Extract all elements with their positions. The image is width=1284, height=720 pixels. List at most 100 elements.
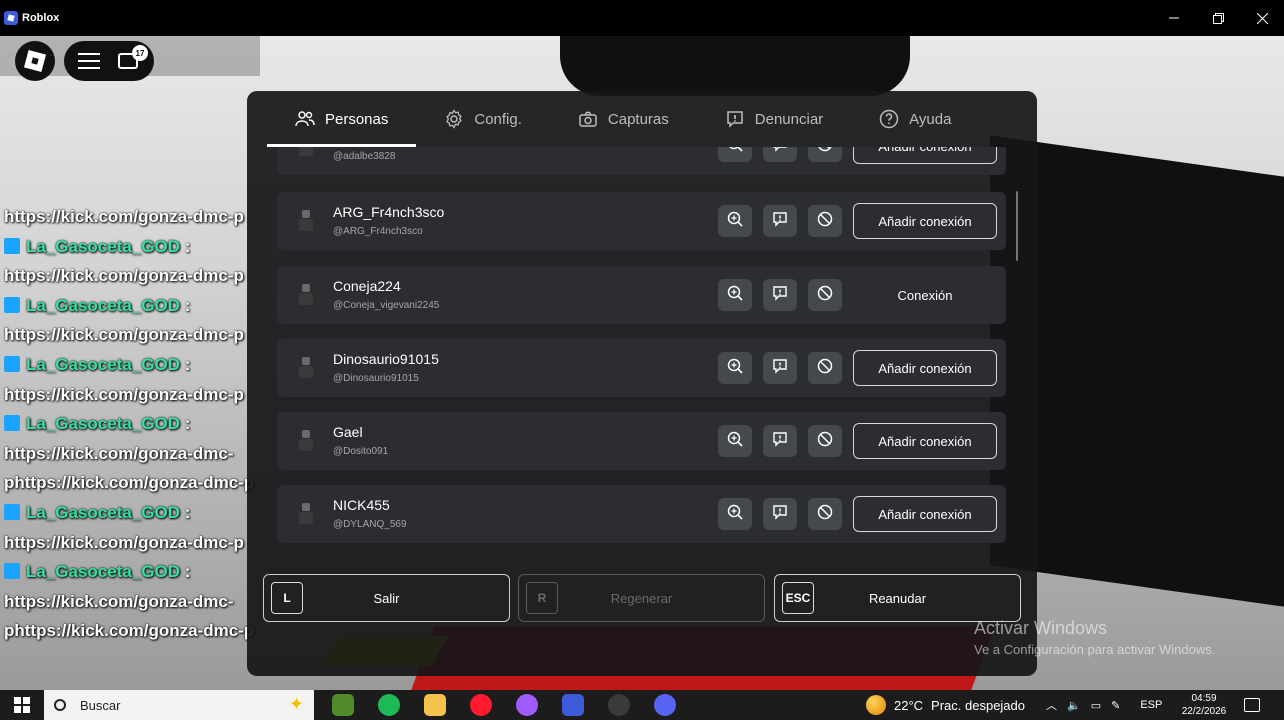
roblox-icon: [562, 694, 584, 716]
player-row[interactable]: @adalbe3828 Añadir conexión: [277, 147, 1006, 175]
tab-help[interactable]: Ayuda: [851, 91, 979, 147]
connection-button[interactable]: Añadir conexión: [853, 423, 997, 459]
inspect-button[interactable]: [718, 498, 752, 530]
chat-author-name[interactable]: La_Gasoceta_GOD: [26, 296, 180, 315]
report-player-button[interactable]: [763, 425, 797, 457]
resume-button[interactable]: ESC Reanudar: [774, 574, 1021, 622]
file-explorer-taskbar-button[interactable]: [412, 690, 458, 720]
inspect-icon: [726, 210, 744, 233]
report-player-button[interactable]: [763, 205, 797, 237]
player-row[interactable]: Coneja224 @Coneja_vigevani2245 Conexión: [277, 266, 1006, 324]
block-button[interactable]: [808, 205, 842, 237]
connection-button[interactable]: Añadir conexión: [853, 147, 997, 164]
weather-widget[interactable]: 22°C Prac. despejado: [866, 690, 1025, 720]
minimize-button[interactable]: [1152, 0, 1196, 36]
chat-author: La_Gasoceta_GOD :: [4, 291, 274, 321]
player-row[interactable]: Gael @Dosito091 Añadir conexión: [277, 412, 1006, 470]
chat-author-name[interactable]: La_Gasoceta_GOD: [26, 414, 180, 433]
roblox-taskbar-button[interactable]: [550, 690, 596, 720]
block-button[interactable]: [808, 425, 842, 457]
report-icon: [771, 430, 789, 453]
chat-log: https://kick.com/gonza-dmc-p La_Gasoceta_…: [4, 202, 274, 646]
opera-icon: [470, 694, 492, 716]
report-player-button[interactable]: [763, 498, 797, 530]
kick-icon: [4, 296, 20, 313]
inspect-button[interactable]: [718, 147, 752, 162]
chat-author-name[interactable]: La_Gasoceta_GOD: [26, 237, 180, 256]
connection-button[interactable]: Añadir conexión: [853, 350, 997, 386]
chat-message: phttps://kick.com/gonza-dmc-p: [4, 621, 255, 641]
taskbar-search[interactable]: Buscar ✦: [44, 690, 314, 720]
opera-taskbar-button[interactable]: [458, 690, 504, 720]
language-indicator[interactable]: ESP: [1140, 699, 1162, 711]
kick-icon: [4, 415, 20, 432]
tab-label: Capturas: [607, 110, 669, 128]
block-button[interactable]: [808, 498, 842, 530]
chat-author-colon: :: [180, 502, 191, 522]
block-icon: [816, 210, 834, 233]
connection-button[interactable]: Conexión: [853, 277, 997, 313]
tab-report[interactable]: Denunciar: [697, 91, 851, 147]
report-icon: [771, 284, 789, 307]
discord-taskbar-button[interactable]: [642, 690, 688, 720]
tab-people[interactable]: Personas: [267, 91, 417, 147]
chat-message: https://kick.com/gonza-dmc-p: [4, 384, 244, 404]
spotify-icon: [378, 694, 400, 716]
block-button[interactable]: [808, 279, 842, 311]
chat-author: La_Gasoceta_GOD :: [4, 409, 274, 439]
block-icon: [816, 147, 834, 158]
report-player-button[interactable]: [763, 352, 797, 384]
button-label: Regenerar: [610, 590, 673, 606]
camera-icon: [578, 109, 598, 129]
players-list-scrollbar[interactable]: [1016, 191, 1018, 261]
roblox-menu-button[interactable]: [15, 41, 55, 81]
chat-author-name[interactable]: La_Gasoceta_GOD: [26, 503, 180, 522]
respawn-button[interactable]: R Regenerar: [518, 574, 765, 622]
report-player-button[interactable]: [763, 279, 797, 311]
report-icon: [771, 357, 789, 380]
chat-icon[interactable]: 17: [118, 45, 148, 69]
inspect-button[interactable]: [718, 205, 752, 237]
chat-author-colon: :: [180, 295, 191, 315]
spotify-taskbar-button[interactable]: [366, 690, 412, 720]
chat-author-name[interactable]: La_Gasoceta_GOD: [26, 355, 180, 374]
close-button[interactable]: [1240, 0, 1284, 36]
player-avatar: [295, 284, 317, 308]
leave-button[interactable]: L Salir: [263, 574, 510, 622]
game-menu-panel: Personas Config. Capturas Denunciar Ayuda @a…: [247, 91, 1037, 676]
tab-label: Personas: [325, 110, 389, 128]
minecraft-taskbar-button[interactable]: [320, 690, 366, 720]
inspect-icon: [726, 430, 744, 453]
chat-author-name[interactable]: La_Gasoceta_GOD: [26, 562, 180, 581]
players-list[interactable]: @adalbe3828Añadir conexión ARG_Fr4nch3sco…: [277, 147, 1007, 559]
tab-camera[interactable]: Capturas: [550, 91, 697, 147]
tab-gear[interactable]: Config.: [416, 91, 550, 147]
player-row[interactable]: ARG_Fr4nch3sco @ARG_Fr4nch3sco Añadir cone…: [277, 192, 1006, 250]
player-row[interactable]: Dinosaurio91015 @Dinosaurio91015 Añadir co…: [277, 339, 1006, 397]
connection-button[interactable]: Añadir conexión: [853, 496, 997, 532]
maximize-button[interactable]: [1196, 0, 1240, 36]
pen-icon[interactable]: ✎: [1111, 699, 1120, 712]
display-icon[interactable]: ▭: [1091, 699, 1101, 712]
chevron-up-icon[interactable]: ︿: [1046, 697, 1057, 713]
title-bar: Roblox: [0, 0, 1284, 36]
button-label: Salir: [373, 590, 400, 606]
hamburger-icon[interactable]: [78, 53, 100, 69]
block-button[interactable]: [808, 147, 842, 162]
player-row[interactable]: NICK455 @DYLANQ_569 Añadir conexión: [277, 485, 1006, 543]
start-button[interactable]: [0, 690, 44, 720]
chat-author: La_Gasoceta_GOD :: [4, 557, 274, 587]
notifications-icon[interactable]: [1244, 698, 1260, 712]
obs-taskbar-button[interactable]: [596, 690, 642, 720]
connection-button[interactable]: Añadir conexión: [853, 203, 997, 239]
messenger-taskbar-button[interactable]: [504, 690, 550, 720]
player-avatar: [295, 503, 317, 527]
player-username: @ARG_Fr4nch3sco: [333, 226, 423, 237]
block-button[interactable]: [808, 352, 842, 384]
report-player-button[interactable]: [763, 147, 797, 162]
inspect-button[interactable]: [718, 279, 752, 311]
volume-icon[interactable]: 🔈: [1067, 699, 1081, 712]
inspect-button[interactable]: [718, 425, 752, 457]
clock[interactable]: 04:59 22/2/2026: [1176, 692, 1232, 718]
inspect-button[interactable]: [718, 352, 752, 384]
